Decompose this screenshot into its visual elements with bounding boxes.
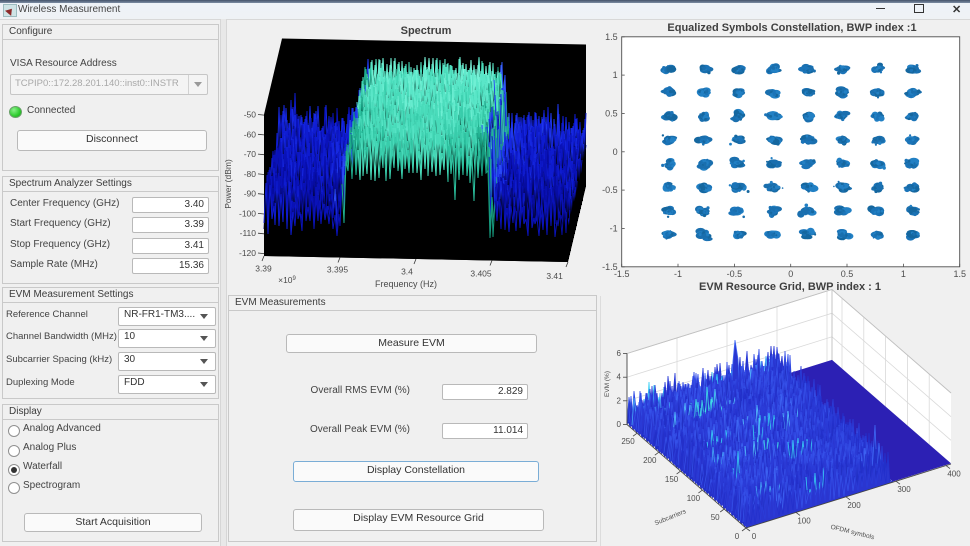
svg-text:3.405: 3.405: [470, 269, 492, 279]
svg-text:200: 200: [643, 456, 657, 465]
svg-text:0: 0: [788, 269, 793, 278]
svg-text:-90: -90: [244, 189, 257, 199]
svg-text:Frequency (Hz): Frequency (Hz): [375, 279, 437, 289]
svg-text:3.41: 3.41: [546, 271, 563, 281]
svg-text:-70: -70: [244, 149, 257, 159]
svg-text:-0.5: -0.5: [602, 185, 618, 195]
svg-text:-110: -110: [240, 228, 257, 238]
svg-text:-1.5: -1.5: [602, 262, 618, 272]
svg-text:-1: -1: [610, 224, 618, 234]
svg-text:4: 4: [617, 373, 622, 382]
svg-text:-120: -120: [239, 248, 256, 258]
svg-text:Equalized Symbols Constellatio: Equalized Symbols Constellation, BWP ind…: [667, 22, 916, 34]
svg-text:-0.5: -0.5: [727, 269, 743, 278]
svg-text:-60: -60: [244, 129, 257, 139]
svg-text:-80: -80: [244, 169, 257, 179]
svg-text:100: 100: [687, 494, 701, 503]
svg-text:50: 50: [711, 513, 720, 522]
svg-text:OFDM symbols: OFDM symbols: [830, 524, 876, 542]
svg-text:300: 300: [897, 485, 911, 494]
svg-text:1.5: 1.5: [605, 32, 618, 42]
svg-text:1.5: 1.5: [953, 269, 966, 278]
svg-text:Power (dBm): Power (dBm): [225, 159, 233, 209]
svg-text:2: 2: [617, 396, 622, 405]
svg-text:EVM (%): EVM (%): [604, 371, 611, 397]
svg-text:-100: -100: [239, 208, 256, 218]
svg-text:0: 0: [735, 532, 740, 541]
svg-text:0: 0: [613, 147, 618, 157]
svg-text:0.5: 0.5: [841, 269, 854, 278]
svg-text:100: 100: [797, 516, 811, 525]
svg-text:1: 1: [901, 269, 906, 278]
svg-text:3.39: 3.39: [255, 264, 272, 274]
svg-text:6: 6: [617, 349, 622, 358]
svg-text:0: 0: [752, 532, 757, 541]
svg-text:3.395: 3.395: [327, 265, 349, 275]
svg-text:3.4: 3.4: [401, 267, 413, 277]
svg-text:150: 150: [665, 475, 679, 484]
svg-text:-50: -50: [244, 110, 257, 120]
svg-text:0: 0: [617, 420, 622, 429]
svg-text:200: 200: [847, 501, 861, 510]
svg-text:Subcarriers: Subcarriers: [654, 508, 688, 527]
svg-text:EVM Resource Grid, BWP index :: EVM Resource Grid, BWP index : 1: [699, 281, 881, 293]
svg-text:×109: ×109: [278, 275, 296, 285]
svg-text:250: 250: [621, 437, 635, 446]
svg-text:400: 400: [947, 470, 961, 479]
svg-text:1: 1: [613, 70, 618, 80]
svg-text:Spectrum: Spectrum: [401, 25, 452, 37]
svg-text:0.5: 0.5: [605, 109, 618, 119]
svg-text:-1: -1: [674, 269, 682, 278]
